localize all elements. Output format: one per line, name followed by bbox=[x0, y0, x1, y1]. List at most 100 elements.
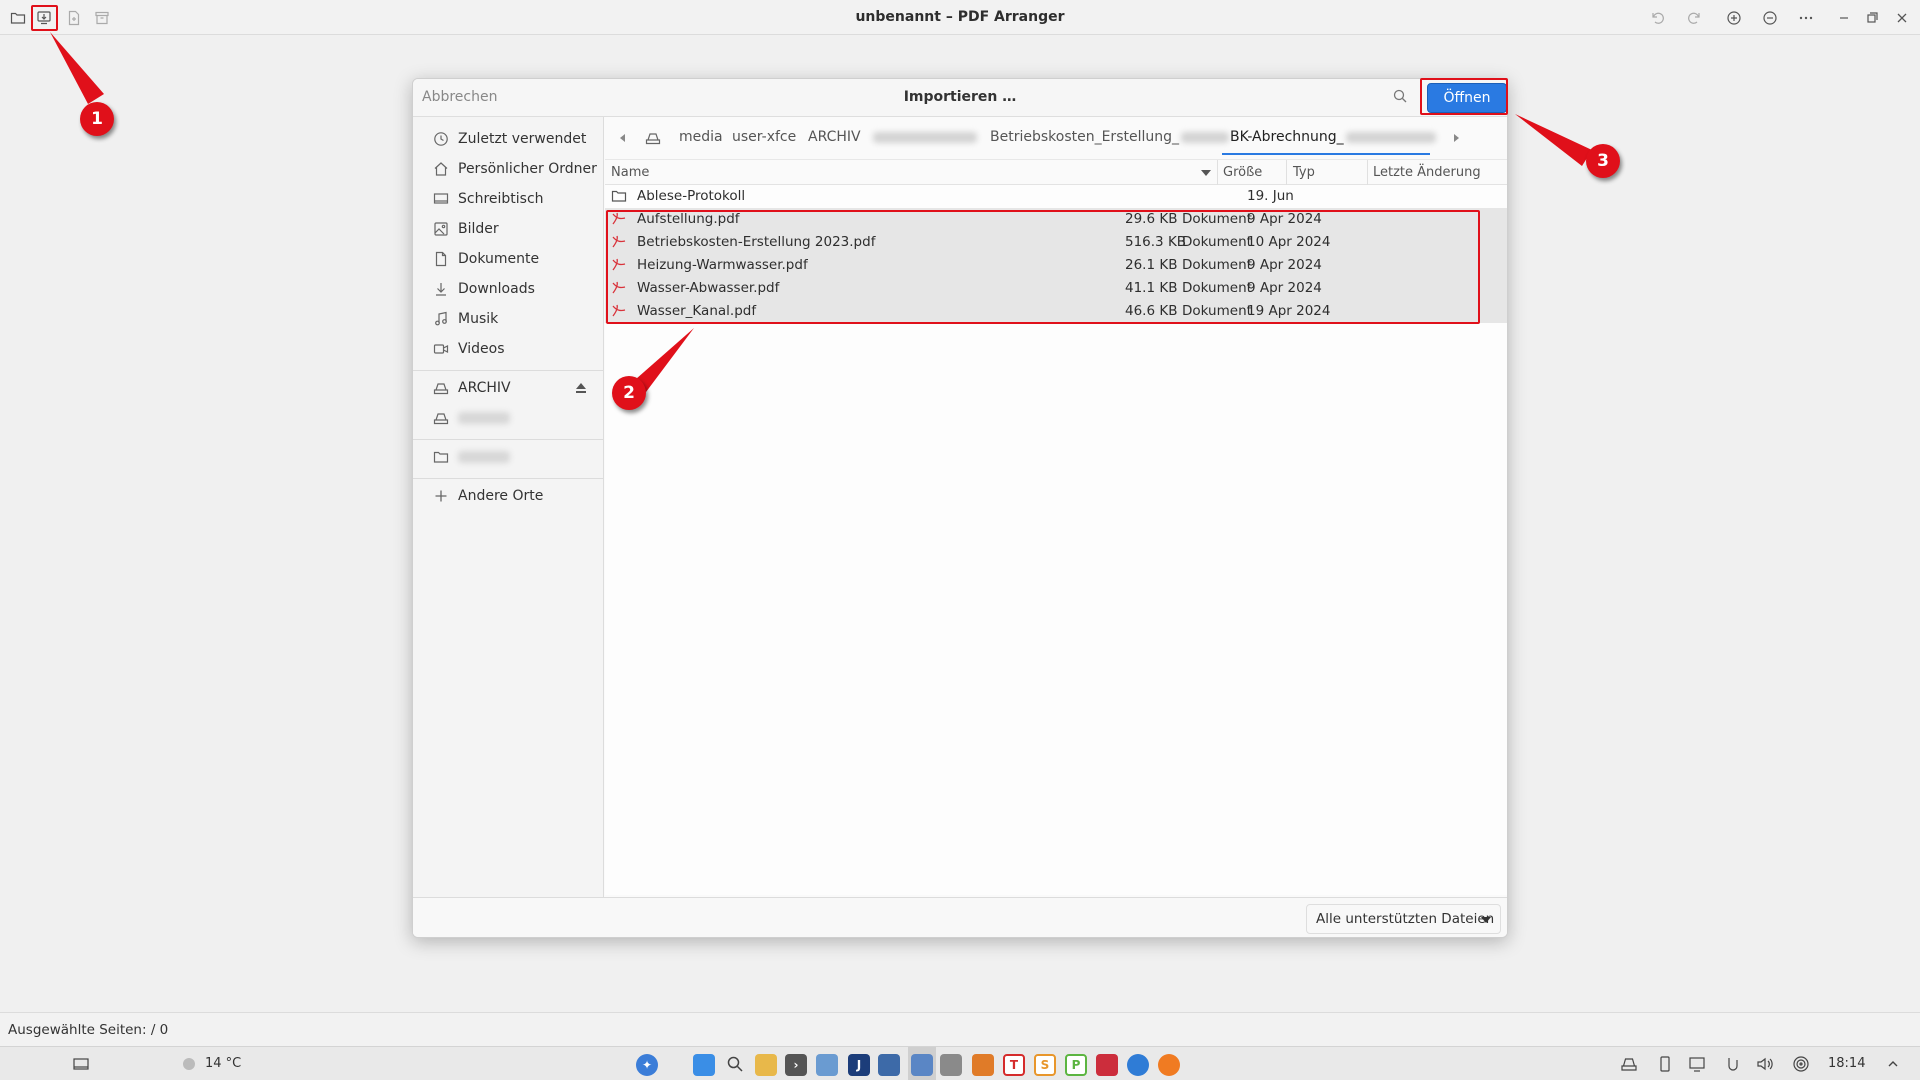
screenshot-icon[interactable] bbox=[816, 1054, 838, 1076]
column-separator bbox=[1286, 160, 1287, 186]
chevron-left-icon[interactable] bbox=[613, 128, 633, 148]
open-button[interactable]: Öffnen bbox=[1427, 83, 1507, 113]
dialog-header: Abbrechen Importieren … Öffnen bbox=[413, 79, 1507, 117]
header-bar: unbenannt – PDF Arranger bbox=[0, 0, 1920, 35]
sidebar-item-downloads[interactable]: Downloads bbox=[413, 275, 604, 303]
display-icon[interactable] bbox=[1688, 1055, 1706, 1073]
image-icon bbox=[433, 221, 449, 237]
download-icon bbox=[433, 281, 449, 297]
sidebar-item-archiv[interactable]: ARCHIV bbox=[413, 374, 604, 402]
annotation-marker-2: 2 bbox=[612, 376, 646, 410]
layers-icon[interactable] bbox=[972, 1054, 994, 1076]
sidebar-item-desktop[interactable]: Schreibtisch bbox=[413, 185, 604, 213]
weather-icon[interactable] bbox=[180, 1055, 198, 1073]
column-separator bbox=[1217, 160, 1218, 186]
clock[interactable]: 18:14 bbox=[1828, 1056, 1865, 1071]
file-list: Ablese-Protokoll 19. Jun Aufstellung.pdf… bbox=[605, 185, 1507, 895]
presentations-icon[interactable]: P bbox=[1065, 1054, 1087, 1076]
path-segment-betriebskosten[interactable]: Betriebskosten_Erstellung_ bbox=[990, 129, 1229, 145]
chevron-right-icon[interactable] bbox=[1446, 128, 1466, 148]
sidebar-item-bookmark[interactable] bbox=[413, 443, 604, 471]
path-segment-redacted[interactable] bbox=[873, 129, 977, 145]
show-desktop-icon[interactable] bbox=[72, 1055, 90, 1073]
cancel-button[interactable]: Abbrechen bbox=[422, 89, 497, 105]
video-icon bbox=[433, 341, 449, 357]
zoom-in-icon[interactable] bbox=[1724, 8, 1744, 28]
file-filter-dropdown[interactable]: Alle unterstützten Dateien bbox=[1306, 904, 1501, 934]
folder-app-icon[interactable] bbox=[755, 1054, 777, 1076]
clipboard-icon[interactable] bbox=[1724, 1055, 1742, 1073]
archive-icon[interactable] bbox=[92, 8, 112, 28]
sidebar-item-music[interactable]: Musik bbox=[413, 305, 604, 333]
planmaker-icon[interactable]: S bbox=[1034, 1054, 1056, 1076]
folder-row[interactable]: Ablese-Protokoll 19. Jun bbox=[605, 185, 1507, 208]
column-modified[interactable]: Letzte Änderung bbox=[1373, 165, 1481, 180]
column-type[interactable]: Typ bbox=[1293, 165, 1315, 180]
file-row[interactable]: Heizung-Warmwasser.pdf 26.1 KB Dokument … bbox=[605, 254, 1507, 277]
network-icon[interactable] bbox=[1792, 1055, 1810, 1073]
drive-app-icon[interactable] bbox=[878, 1054, 900, 1076]
path-segment-user[interactable]: user-xfce bbox=[732, 129, 796, 145]
volume-icon[interactable] bbox=[1756, 1055, 1774, 1073]
zoom-out-icon[interactable] bbox=[1760, 8, 1780, 28]
path-segment-archiv[interactable]: ARCHIV bbox=[808, 129, 861, 145]
file-name: Wasser-Abwasser.pdf bbox=[637, 280, 780, 296]
sidebar-item-drive[interactable] bbox=[413, 404, 604, 432]
dialog-footer: Alle unterstützten Dateien bbox=[413, 897, 1507, 937]
sidebar-item-label: ARCHIV bbox=[458, 380, 511, 396]
close-icon[interactable] bbox=[1892, 8, 1912, 28]
more-menu-icon[interactable] bbox=[1796, 8, 1816, 28]
weather-temperature[interactable]: 14 °C bbox=[205, 1056, 241, 1071]
removable-drive-icon[interactable] bbox=[1620, 1055, 1638, 1073]
active-path-indicator bbox=[1222, 153, 1430, 155]
anydesk-icon[interactable] bbox=[1096, 1054, 1118, 1076]
path-segment-media[interactable]: media bbox=[679, 129, 723, 145]
places-sidebar: Zuletzt verwendet Persönlicher Ordner Sc… bbox=[413, 117, 604, 937]
sidebar-item-recent[interactable]: Zuletzt verwendet bbox=[413, 125, 604, 153]
terminal-icon[interactable]: › bbox=[785, 1054, 807, 1076]
drive-icon bbox=[433, 410, 449, 426]
sort-descending-icon[interactable] bbox=[1201, 170, 1211, 176]
drive-icon bbox=[433, 380, 449, 396]
file-row[interactable]: Wasser_Kanal.pdf 46.6 KB Dokument 19 Apr… bbox=[605, 300, 1507, 323]
folder-icon bbox=[433, 449, 449, 465]
maximize-icon[interactable] bbox=[1862, 8, 1882, 28]
undo-icon[interactable] bbox=[1648, 8, 1668, 28]
search-icon[interactable] bbox=[1392, 88, 1412, 108]
textmaker-icon[interactable]: T bbox=[1003, 1054, 1025, 1076]
phone-icon[interactable] bbox=[1656, 1055, 1674, 1073]
search-icon[interactable] bbox=[726, 1055, 744, 1073]
open-folder-icon[interactable] bbox=[8, 8, 28, 28]
firefox-icon[interactable] bbox=[1158, 1054, 1180, 1076]
eject-icon[interactable] bbox=[574, 381, 588, 395]
pdf-arranger-icon[interactable] bbox=[911, 1054, 933, 1076]
notes-icon[interactable] bbox=[940, 1054, 962, 1076]
sidebar-item-videos[interactable]: Videos bbox=[413, 335, 604, 363]
dialog-title: Importieren … bbox=[903, 89, 1017, 105]
import-icon[interactable] bbox=[34, 8, 54, 28]
file-date: 9 Apr 2024 bbox=[1247, 257, 1322, 273]
chevron-down-icon bbox=[1481, 917, 1491, 923]
sidebar-item-label: Zuletzt verwendet bbox=[458, 131, 587, 147]
file-type: Dokument bbox=[1182, 211, 1252, 227]
path-bar: media user-xfce ARCHIV Betriebskosten_Er… bbox=[605, 117, 1507, 159]
file-row[interactable]: Wasser-Abwasser.pdf 41.1 KB Dokument 9 A… bbox=[605, 277, 1507, 300]
drive-icon[interactable] bbox=[643, 128, 663, 148]
file-manager-icon[interactable] bbox=[693, 1054, 715, 1076]
minimize-icon[interactable] bbox=[1834, 8, 1854, 28]
joplin-icon[interactable]: J bbox=[848, 1054, 870, 1076]
sidebar-item-documents[interactable]: Dokumente bbox=[413, 245, 604, 273]
sidebar-item-home[interactable]: Persönlicher Ordner bbox=[413, 155, 604, 183]
redo-icon[interactable] bbox=[1684, 8, 1704, 28]
chevron-up-icon[interactable] bbox=[1884, 1055, 1902, 1073]
column-size[interactable]: Größe bbox=[1223, 165, 1262, 180]
file-row[interactable]: Betriebskosten-Erstellung 2023.pdf 516.3… bbox=[605, 231, 1507, 254]
column-name[interactable]: Name bbox=[611, 165, 649, 180]
file-row[interactable]: Aufstellung.pdf 29.6 KB Dokument 9 Apr 2… bbox=[605, 208, 1507, 231]
path-segment-bk-abrechnung[interactable]: BK-Abrechnung_ bbox=[1230, 129, 1436, 145]
sidebar-item-other-locations[interactable]: Andere Orte bbox=[413, 482, 604, 510]
export-page-icon[interactable] bbox=[64, 8, 84, 28]
launcher-icon[interactable]: ✦ bbox=[636, 1054, 658, 1076]
sidebar-item-pictures[interactable]: Bilder bbox=[413, 215, 604, 243]
thunderbird-icon[interactable] bbox=[1127, 1054, 1149, 1076]
